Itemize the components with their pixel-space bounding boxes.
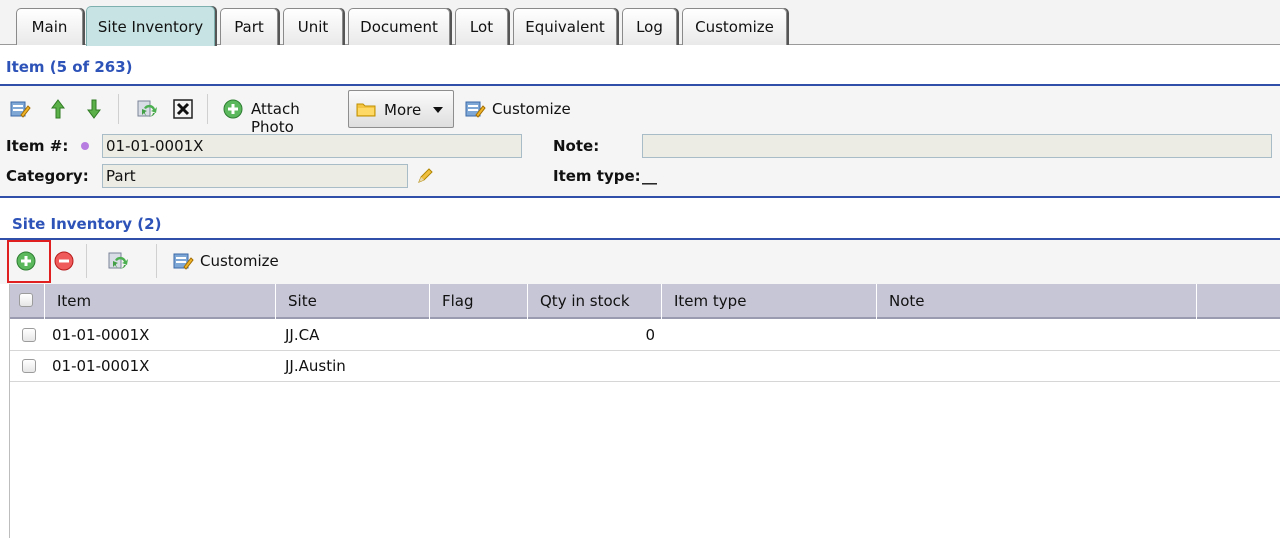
- attach-photo-label: Attach Photo: [251, 100, 300, 136]
- grid-left-border: [9, 284, 10, 538]
- cell-site: JJ.CA: [285, 326, 320, 344]
- select-all-checkbox[interactable]: [19, 293, 33, 307]
- cell-site: JJ.Austin: [285, 357, 346, 375]
- remove-red-icon[interactable]: [53, 250, 75, 272]
- tab-document[interactable]: Document: [348, 8, 450, 45]
- category-label: Category:: [6, 167, 89, 185]
- note-label: Note:: [553, 137, 600, 155]
- customize-button[interactable]: Customize: [460, 94, 572, 124]
- tab-lot[interactable]: Lot: [455, 8, 508, 45]
- more-dropdown-button[interactable]: More: [348, 90, 454, 128]
- arrow-up-icon[interactable]: [47, 98, 69, 120]
- tab-log[interactable]: Log: [622, 8, 677, 45]
- tab-main[interactable]: Main: [16, 8, 83, 45]
- column-header-note[interactable]: Note: [877, 284, 1197, 319]
- item-bottom-rule: [0, 196, 1280, 198]
- column-header-item-type[interactable]: Item type: [662, 284, 877, 319]
- column-header-site[interactable]: Site: [276, 284, 430, 319]
- refresh-icon[interactable]: [135, 98, 157, 120]
- item-type-value: __: [642, 167, 657, 185]
- tab-customize[interactable]: Customize: [682, 8, 787, 45]
- arrow-down-icon[interactable]: [83, 98, 105, 120]
- required-dot-icon: [81, 142, 89, 150]
- row-checkbox[interactable]: [22, 359, 36, 373]
- customize-label: Customize: [492, 100, 571, 118]
- table-row[interactable]: 01-01-0001X JJ.CA 0: [9, 320, 1280, 351]
- edit-icon[interactable]: [9, 98, 31, 120]
- row-checkbox[interactable]: [22, 328, 36, 342]
- cell-item: 01-01-0001X: [52, 326, 150, 344]
- attach-photo-button[interactable]: Attach Photo: [218, 94, 346, 136]
- item-number-label: Item #:: [6, 137, 69, 155]
- tab-unit[interactable]: Unit: [283, 8, 343, 45]
- close-box-icon[interactable]: [172, 98, 194, 120]
- cell-qty: 0: [645, 326, 655, 344]
- table-row[interactable]: 01-01-0001X JJ.Austin: [9, 351, 1280, 382]
- tab-site-inventory[interactable]: Site Inventory: [86, 6, 215, 46]
- grid-customize-button[interactable]: Customize: [166, 244, 280, 278]
- folder-icon: [355, 98, 377, 120]
- toolbar-separator: [207, 94, 208, 124]
- toolbar-separator: [86, 244, 87, 278]
- customize-icon: [464, 98, 486, 120]
- tab-equivalent[interactable]: Equivalent: [513, 8, 617, 45]
- cell-item: 01-01-0001X: [52, 357, 150, 375]
- grid-customize-label: Customize: [200, 252, 279, 270]
- add-green-icon[interactable]: [15, 250, 37, 272]
- toolbar-separator: [118, 94, 119, 124]
- tab-part[interactable]: Part: [220, 8, 278, 45]
- cell-qty: [528, 351, 655, 381]
- column-header-item[interactable]: Item: [45, 284, 276, 319]
- header-select-all[interactable]: [9, 284, 45, 319]
- pencil-icon[interactable]: [414, 165, 436, 187]
- item-number-field[interactable]: 01-01-0001X: [102, 134, 522, 158]
- item-section-title: Item (5 of 263): [6, 58, 133, 76]
- dropdown-arrow-icon: [427, 98, 449, 120]
- column-header-flag[interactable]: Flag: [430, 284, 528, 319]
- item-type-label: Item type:: [553, 167, 641, 185]
- grid-header: Item Site Flag Qty in stock Item type No…: [9, 284, 1280, 319]
- tab-bar: Main Site Inventory Part Unit Document L…: [0, 0, 1280, 46]
- site-inventory-title: Site Inventory (2): [12, 215, 162, 233]
- column-header-qty[interactable]: Qty in stock: [528, 284, 662, 319]
- category-field[interactable]: Part: [102, 164, 408, 188]
- customize-icon: [172, 250, 194, 272]
- note-field[interactable]: [642, 134, 1272, 158]
- more-label: More: [384, 101, 422, 119]
- add-circle-icon: [222, 98, 244, 120]
- toolbar-separator: [156, 244, 157, 278]
- refresh-icon[interactable]: [106, 250, 128, 272]
